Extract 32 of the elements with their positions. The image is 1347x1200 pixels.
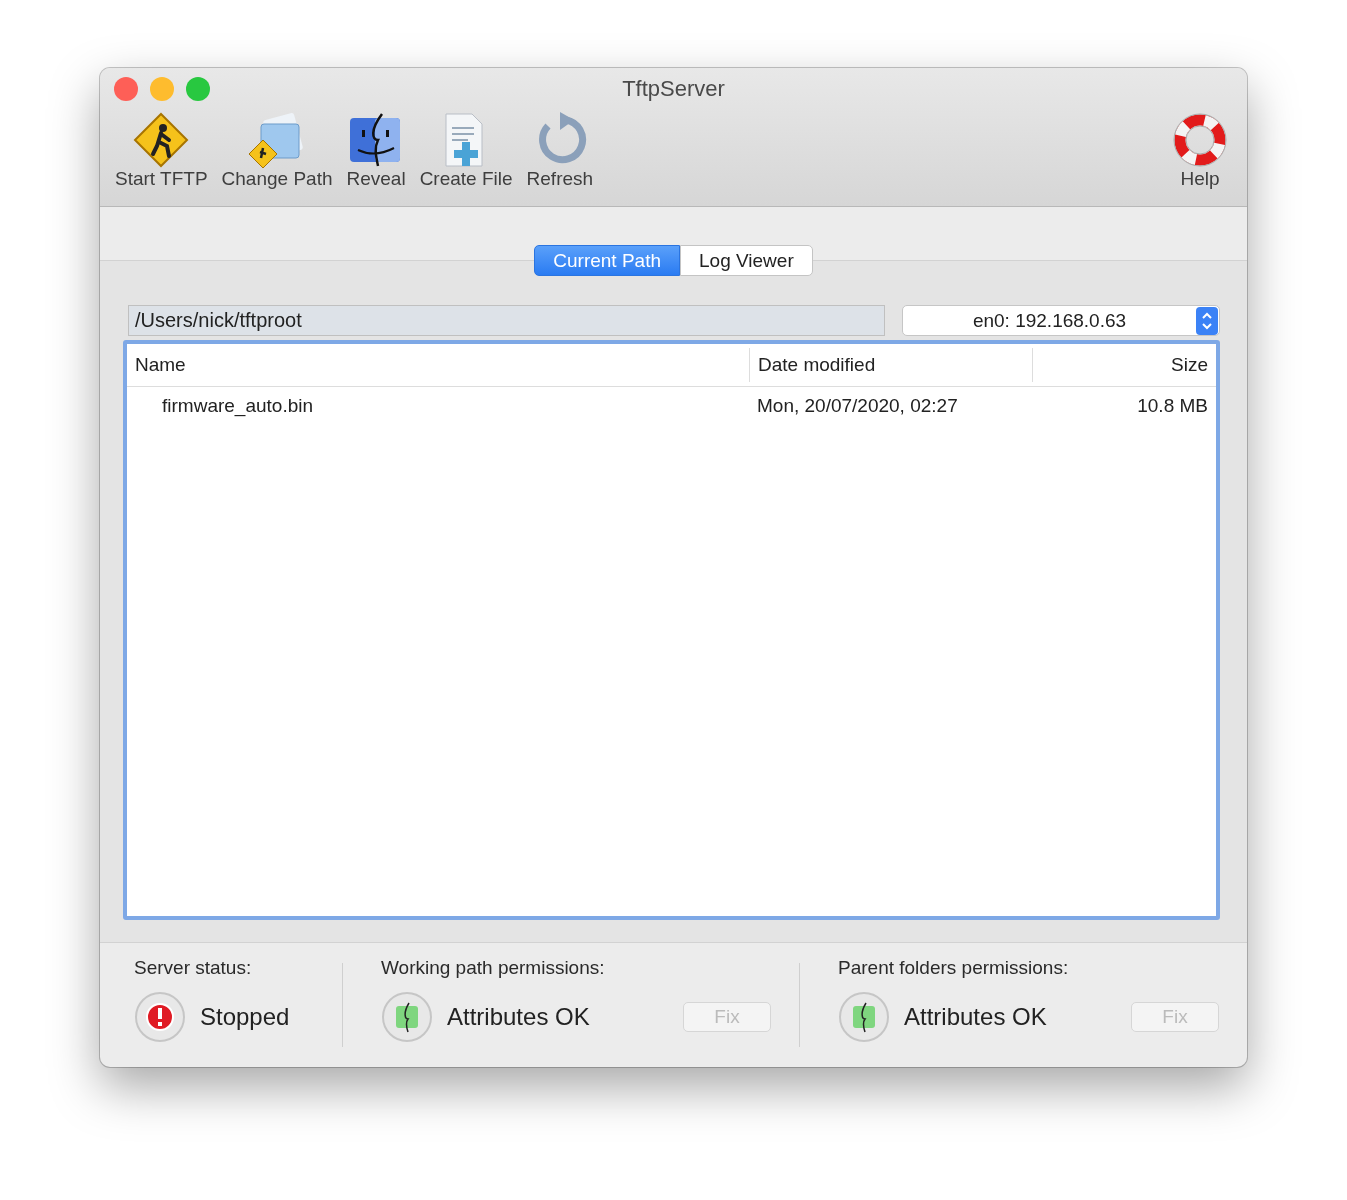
window-title: TftpServer — [621, 75, 726, 103]
warning-sign-icon — [133, 112, 190, 168]
finder-face-icon — [381, 991, 433, 1043]
status-text: Attributes OK — [447, 1003, 591, 1031]
toolbar-button[interactable]: Create File — [412, 112, 520, 202]
error-icon — [134, 991, 186, 1043]
status-label: Working path permissions: — [381, 957, 606, 979]
close-button[interactable] — [114, 77, 138, 101]
toolbar-button[interactable]: Refresh — [519, 112, 601, 202]
path-field[interactable]: /Users/nick/tftproot — [128, 305, 885, 336]
status-text: Attributes OK — [904, 1003, 1048, 1031]
zoom-button[interactable] — [186, 77, 210, 101]
lifebuoy-icon — [1172, 112, 1228, 168]
toolbar-button[interactable]: Start TFTP — [108, 112, 215, 202]
table-cell-text: Mon, 20/07/2020, 02:27 — [756, 395, 959, 417]
help-button[interactable]: Help — [1165, 112, 1235, 202]
status-text: Stopped — [200, 1003, 291, 1031]
interface-dropdown[interactable]: en0: 192.168.0.63 — [902, 305, 1220, 336]
minimize-button[interactable] — [150, 77, 174, 101]
folder-with-sign-icon — [249, 112, 305, 168]
status-label: Server status: — [134, 957, 253, 979]
table-cell-text: firmware_auto.bin — [161, 395, 315, 417]
column-header[interactable]: Name — [127, 348, 749, 382]
column-header[interactable]: Date modified — [749, 348, 1032, 382]
chevron-up-down-icon — [1196, 306, 1218, 335]
finder-face-icon — [838, 991, 890, 1043]
column-header[interactable]: Size — [1032, 348, 1216, 382]
tab[interactable]: Log Viewer — [680, 245, 813, 276]
table-cell-text: 10.8 MB — [1136, 395, 1209, 417]
toolbar-button[interactable]: Reveal — [339, 112, 413, 202]
status-label: Parent folders permissions: — [838, 957, 1070, 979]
toolbar-button[interactable]: Change Path — [214, 112, 340, 202]
